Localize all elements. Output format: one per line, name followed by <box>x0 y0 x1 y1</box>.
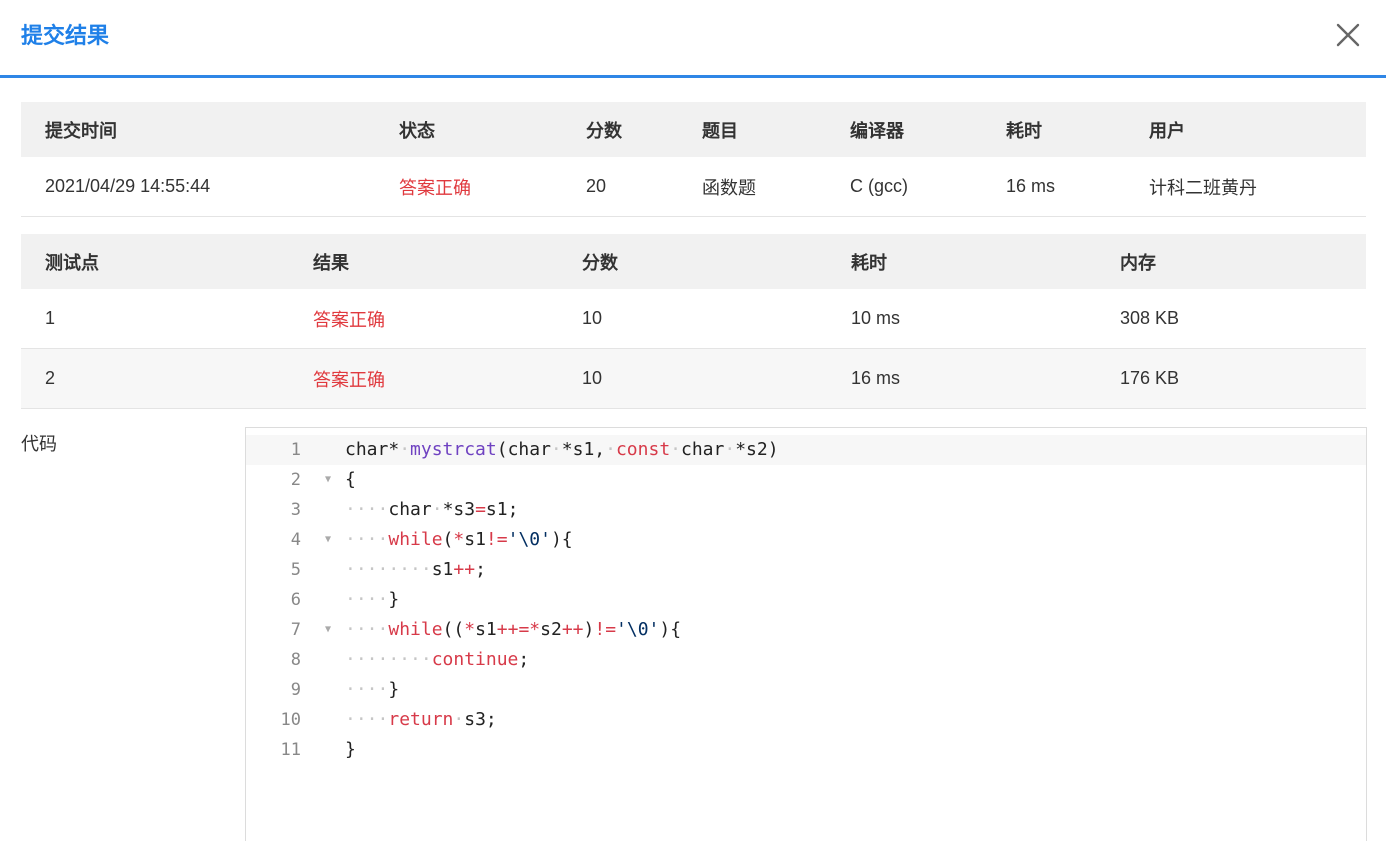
header-time: 耗时 <box>1006 120 1042 141</box>
code-text: ····while((*s1++=*s2++)!='\0'){ <box>345 619 682 640</box>
status-badge: 答案正确 <box>399 177 471 198</box>
header-time: 耗时 <box>851 252 887 273</box>
test-result: 答案正确 <box>313 309 385 330</box>
code-line: 7 ▼ ····while((*s1++=*s2++)!='\0'){ <box>246 615 1366 645</box>
submit-time: 2021/04/29 14:55:44 <box>45 176 211 196</box>
header-status: 状态 <box>399 120 435 141</box>
test-time: 16 ms <box>851 368 901 388</box>
compiler: C (gcc) <box>850 176 908 196</box>
code-line: 5 ········s1++; <box>246 555 1366 585</box>
code-editor[interactable]: 1 char*·mystrcat(char·*s1,·const·char·*s2… <box>245 427 1367 841</box>
code-line: 9 ····} <box>246 675 1366 705</box>
close-button[interactable] <box>1334 21 1362 49</box>
code-text: ····} <box>345 589 400 610</box>
header-score: 分数 <box>582 252 618 273</box>
table-row: 2 答案正确 10 16 ms 176 KB <box>21 349 1366 409</box>
line-number: 1 <box>290 440 301 460</box>
test-score: 10 <box>582 308 603 328</box>
code-text: ····char·*s3=s1; <box>345 499 519 520</box>
table-row: 1 答案正确 10 10 ms 308 KB <box>21 289 1366 349</box>
code-line: 6 ····} <box>246 585 1366 615</box>
header-problem: 题目 <box>702 120 738 141</box>
code-text: ········continue; <box>345 649 530 670</box>
close-icon <box>1336 23 1360 47</box>
line-number: 11 <box>280 740 301 760</box>
dialog-title: 提交结果 <box>21 23 110 48</box>
test-result: 答案正确 <box>313 369 385 390</box>
table-row: 2021/04/29 14:55:44 答案正确 20 函数题 C (gcc) … <box>21 157 1366 217</box>
code-line: 1 char*·mystrcat(char·*s1,·const·char·*s2… <box>246 435 1366 465</box>
code-text: ····} <box>345 679 400 700</box>
code-line: 11} <box>246 735 1366 765</box>
table-header-row: 提交时间 状态 分数 题目 编译器 耗时 用户 <box>21 102 1366 157</box>
code-line: 2 ▼ { <box>246 465 1366 495</box>
header-test-point: 测试点 <box>45 252 99 273</box>
submission-summary-table: 提交时间 状态 分数 题目 编译器 耗时 用户 2021/04/29 14:55… <box>21 102 1366 217</box>
header-memory: 内存 <box>1120 252 1156 273</box>
test-memory: 308 KB <box>1120 308 1180 328</box>
header-compiler: 编译器 <box>850 120 904 141</box>
code-text: ····while(*s1!='\0'){ <box>345 529 573 550</box>
code-text: ····return·s3; <box>345 709 497 730</box>
code-line: 10 ····return·s3; <box>246 705 1366 735</box>
fold-arrow-icon[interactable]: ▼ <box>325 615 331 645</box>
header-user: 用户 <box>1149 120 1185 141</box>
problem-type: 函数题 <box>702 177 756 198</box>
line-number: 3 <box>290 500 301 520</box>
line-number: 9 <box>290 680 301 700</box>
test-point-id: 1 <box>45 308 56 328</box>
line-number: 5 <box>290 560 301 580</box>
code-line: 4 ▼ ····while(*s1!='\0'){ <box>246 525 1366 555</box>
test-time: 10 ms <box>851 308 901 328</box>
code-text: ········s1++; <box>345 559 486 580</box>
line-number: 8 <box>290 650 301 670</box>
test-point-id: 2 <box>45 368 56 388</box>
code-text: } <box>345 739 356 760</box>
line-number: 7 <box>290 620 301 640</box>
test-points-table: 测试点 结果 分数 耗时 内存 1 答案正确 10 10 ms 308 KB 2… <box>21 234 1366 409</box>
test-score: 10 <box>582 368 603 388</box>
user-name: 计科二班黄丹 <box>1149 177 1257 198</box>
fold-arrow-icon[interactable]: ▼ <box>325 465 331 495</box>
score: 20 <box>586 176 607 196</box>
code-text: { <box>345 469 356 490</box>
header-score: 分数 <box>586 120 622 141</box>
table-header-row: 测试点 结果 分数 耗时 内存 <box>21 234 1366 289</box>
line-number: 2 <box>290 470 301 490</box>
code-text: char*·mystrcat(char·*s1,·const·char·*s2) <box>345 439 779 460</box>
header-result: 结果 <box>313 252 349 273</box>
elapsed-time: 16 ms <box>1006 176 1056 196</box>
code-line: 3 ····char·*s3=s1; <box>246 495 1366 525</box>
dialog-header: 提交结果 <box>0 0 1386 78</box>
line-number: 6 <box>290 590 301 610</box>
code-label: 代码 <box>21 434 57 454</box>
test-memory: 176 KB <box>1120 368 1180 388</box>
header-submit-time: 提交时间 <box>45 120 117 141</box>
line-number: 4 <box>290 530 301 550</box>
line-number: 10 <box>280 710 301 730</box>
code-line: 8 ········continue; <box>246 645 1366 675</box>
fold-arrow-icon[interactable]: ▼ <box>325 525 331 555</box>
